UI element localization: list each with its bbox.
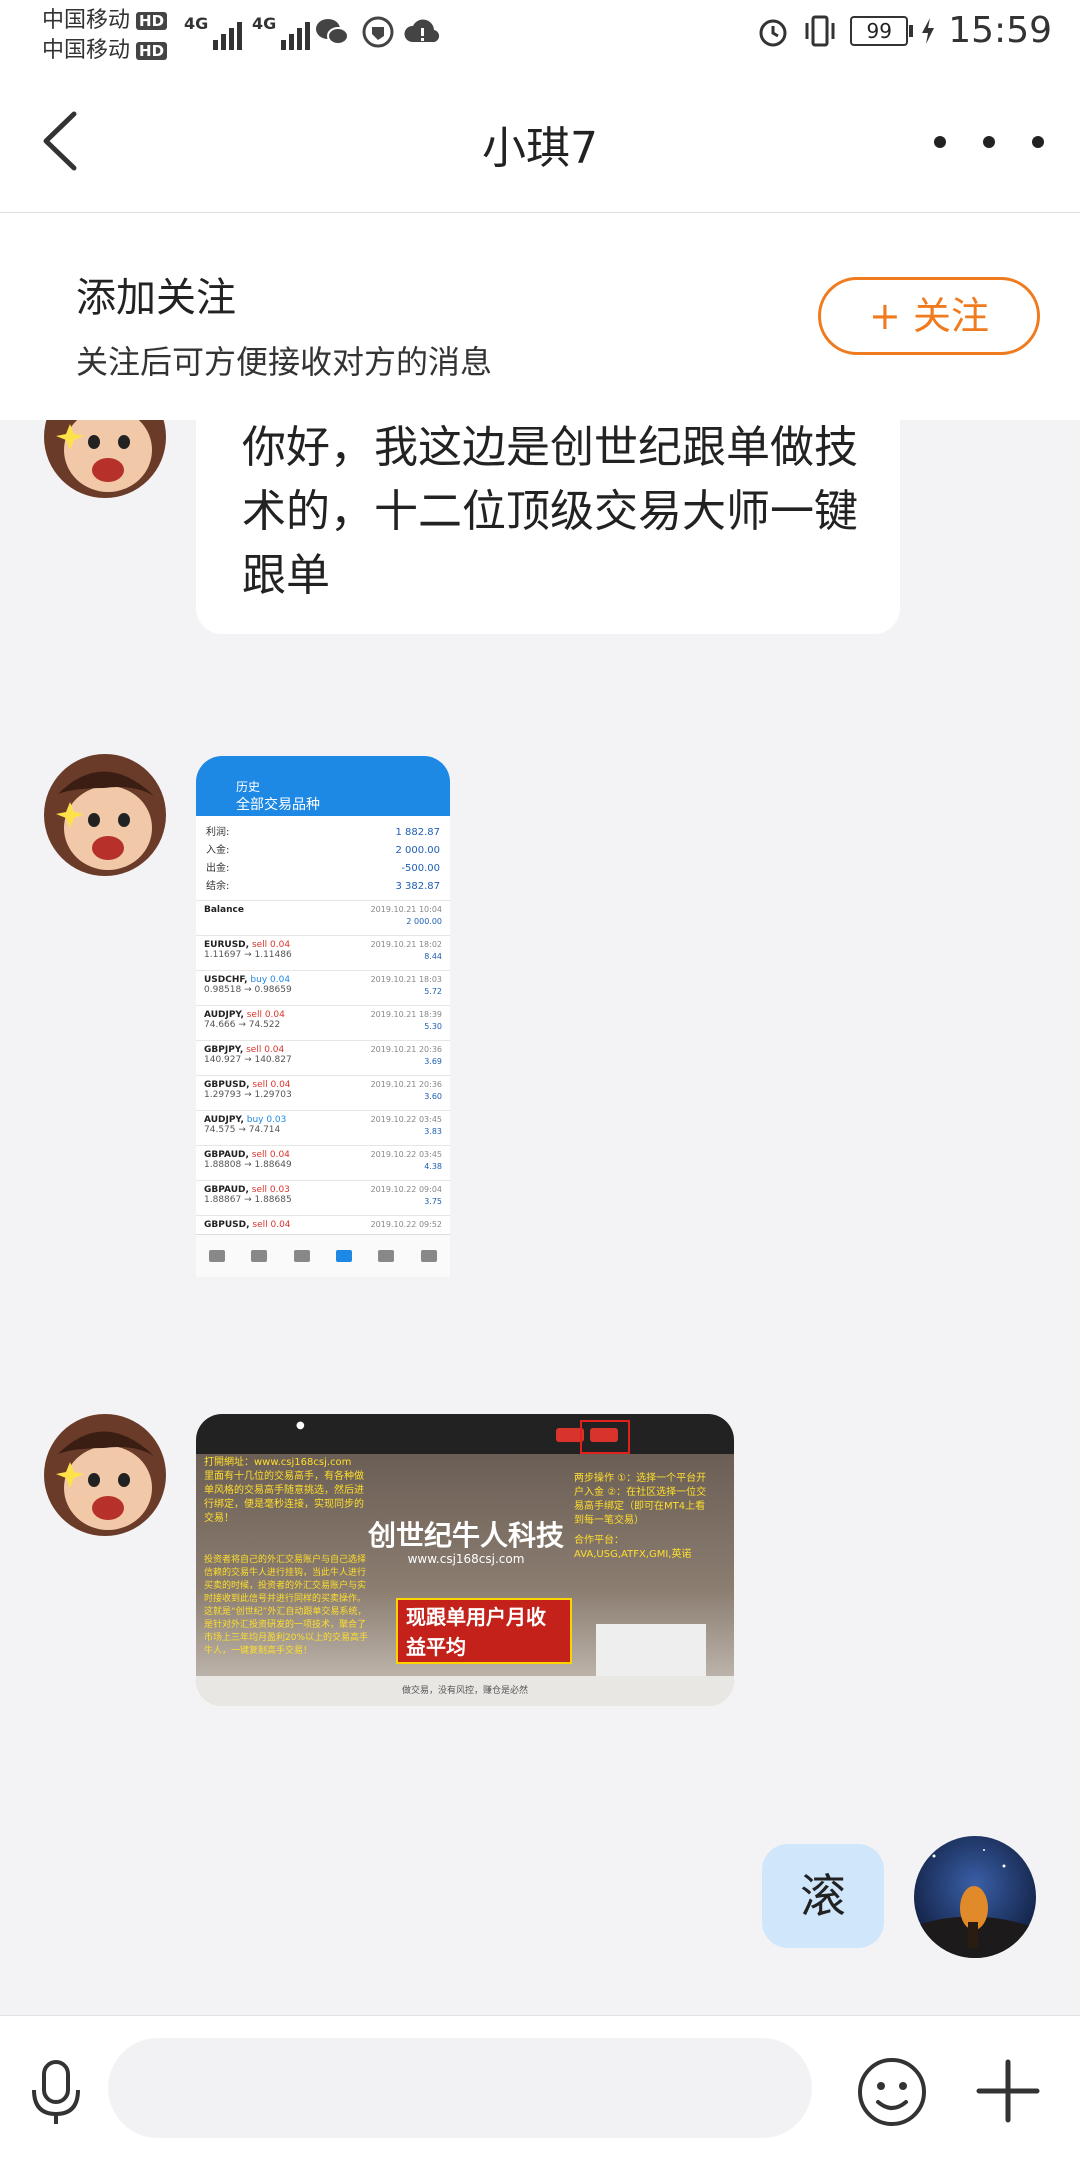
message-bubble[interactable]: 你好，我这边是创世纪跟单做技术的，十二位顶级交易大师一键跟单 bbox=[196, 420, 900, 634]
chat-messages[interactable]: 你好，我这边是创世纪跟单做技术的，十二位顶级交易大师一键跟单 历史 全部交易品种… bbox=[0, 420, 1080, 2015]
dot-icon bbox=[934, 136, 946, 148]
dot-icon bbox=[983, 136, 995, 148]
signal-icon: 4G bbox=[184, 14, 243, 50]
alarm-icon bbox=[759, 19, 787, 46]
cloud-alert-icon bbox=[404, 19, 440, 43]
follow-banner: 添加关注 关注后可方便接收对方的消息 + 关注 bbox=[0, 213, 1080, 420]
promo-red-panel: 现跟单用户月收益平均 bbox=[396, 1598, 572, 1664]
dot-icon bbox=[1032, 136, 1044, 148]
status-right: 99 15:59 bbox=[756, 10, 1052, 51]
promo-url: www.csj168csj.com bbox=[407, 1552, 525, 1566]
carrier-1: 中国移动 bbox=[42, 8, 131, 33]
list-item: AUDJPY, sell 0.04 74.666 → 74.522 2019.10.… bbox=[196, 1005, 450, 1040]
contact-avatar[interactable] bbox=[44, 754, 166, 876]
news-icon bbox=[378, 1250, 395, 1262]
follow-button[interactable]: + 关注 bbox=[818, 277, 1040, 355]
recents-nav-icon: □ bbox=[388, 1294, 401, 1296]
plus-icon[interactable] bbox=[975, 2058, 1041, 2124]
chat-icon bbox=[420, 1250, 437, 1262]
app-bottom-nav bbox=[196, 1234, 450, 1277]
contact-avatar[interactable] bbox=[44, 1414, 166, 1536]
child-avatar-icon bbox=[44, 420, 166, 498]
carrier-info: 中国移动 HD 中国移动 HD bbox=[42, 6, 168, 66]
system-nav: ◁ ○ □ bbox=[196, 1277, 450, 1296]
history-icon bbox=[336, 1250, 353, 1262]
list-item: Balance 2019.10.21 10:04 2 000.00 bbox=[196, 900, 450, 935]
follow-subtitle: 关注后可方便接收对方的消息 bbox=[76, 343, 493, 381]
promo-banner: ● 打開網址：www.csj168csj.com 里面有十几位的交易高手，有各种… bbox=[196, 1414, 734, 1706]
wechat-icon bbox=[316, 19, 349, 45]
promo-right-text: 两步操作 ①：选择一个平台开户入金 ②：在社区选择一位交易高手绑定（即可在MT4… bbox=[574, 1473, 707, 1560]
battery-indicator: 99 bbox=[850, 15, 914, 46]
message-input[interactable] bbox=[108, 2038, 812, 2138]
image-message-promo[interactable]: ● 打開網址：www.csj168csj.com 里面有十几位的交易高手，有各种… bbox=[196, 1414, 734, 1706]
microphone-icon[interactable] bbox=[26, 2058, 86, 2128]
summary: 利润: 1 882.87 入金: 2 000.00 出金: -500.00 结余: 3 … bbox=[206, 827, 440, 892]
highlight-box bbox=[580, 1420, 630, 1454]
promo-left-text-2: 投资者将自己的外汇交易账户与自己选择信赖的交易牛人进行挂钩，当此牛人进行买卖的时… bbox=[204, 1555, 369, 1656]
home-nav-icon: ○ bbox=[316, 1294, 328, 1296]
contact-avatar[interactable] bbox=[44, 420, 166, 498]
list-item: GBPJPY, sell 0.04 140.927 → 140.827 2019.1… bbox=[196, 1040, 450, 1075]
list-item: GBPAUD, sell 0.04 1.88808 → 1.88649 2019.1… bbox=[196, 1145, 450, 1180]
chart-icon bbox=[251, 1250, 268, 1262]
own-message-bubble[interactable]: 滚 bbox=[762, 1844, 884, 1948]
promo-left-text: 打開網址：www.csj168csj.com 里面有十几位的交易高手，有各种做单… bbox=[204, 1457, 364, 1524]
quotes-icon bbox=[209, 1250, 226, 1262]
promo-logo: ● bbox=[296, 1420, 305, 1431]
promo-footer: 做交易，没有风控，赚仓是必然 bbox=[196, 1676, 734, 1706]
back-nav-icon: ◁ bbox=[245, 1294, 256, 1296]
app-header: 历史 全部交易品种 bbox=[196, 756, 450, 816]
shield-icon bbox=[362, 16, 394, 48]
child-avatar-icon bbox=[44, 1414, 166, 1536]
more-options-button[interactable] bbox=[934, 122, 1044, 162]
trade-history-screenshot: 历史 全部交易品种 利润: 1 882.87 入金: 2 000.00 出金: -50… bbox=[196, 756, 450, 1296]
hd-badge: HD bbox=[136, 12, 168, 30]
my-avatar[interactable] bbox=[914, 1836, 1036, 1958]
chat-header: 小琪7 bbox=[0, 72, 1080, 213]
trade-icon bbox=[293, 1250, 310, 1262]
charging-icon bbox=[922, 17, 935, 44]
input-bar bbox=[0, 2015, 1080, 2161]
header-small-label: 历史 bbox=[236, 780, 261, 794]
clock: 15:59 bbox=[948, 10, 1052, 51]
list-item: GBPUSD, sell 0.04 1.29793 → 1.29703 2019.1… bbox=[196, 1075, 450, 1110]
list-item: GBPUSD, sell 0.04 2019.10.22 09:52 bbox=[196, 1215, 450, 1234]
promo-title: 创世纪牛人科技 bbox=[367, 1519, 564, 1552]
vibrate-icon bbox=[805, 15, 835, 46]
list-item: USDCHF, buy 0.04 0.98518 → 0.98659 2019.10… bbox=[196, 970, 450, 1005]
night-sky-avatar-icon bbox=[914, 1836, 1036, 1958]
signal-icon: 4G bbox=[252, 14, 311, 50]
list-item: EURUSD, sell 0.04 1.11697 → 1.11486 2019.1… bbox=[196, 935, 450, 970]
carrier-2: 中国移动 bbox=[42, 38, 131, 63]
list-item: GBPAUD, sell 0.03 1.88867 → 1.88685 2019.1… bbox=[196, 1180, 450, 1215]
follow-title: 添加关注 bbox=[76, 275, 236, 321]
hd-badge: HD bbox=[136, 42, 168, 60]
emoji-icon[interactable] bbox=[856, 2056, 928, 2128]
image-message-trade-history[interactable]: 历史 全部交易品种 利润: 1 882.87 入金: 2 000.00 出金: -50… bbox=[196, 756, 450, 1296]
header-title: 全部交易品种 bbox=[236, 797, 320, 813]
list-item: AUDJPY, buy 0.03 74.575 → 74.714 2019.10.2… bbox=[196, 1110, 450, 1145]
child-avatar-icon bbox=[44, 754, 166, 876]
status-bar: 中国移动 HD 中国移动 HD 4G 4G 99 15:59 bbox=[0, 0, 1080, 72]
chat-title: 小琪7 bbox=[482, 123, 598, 174]
